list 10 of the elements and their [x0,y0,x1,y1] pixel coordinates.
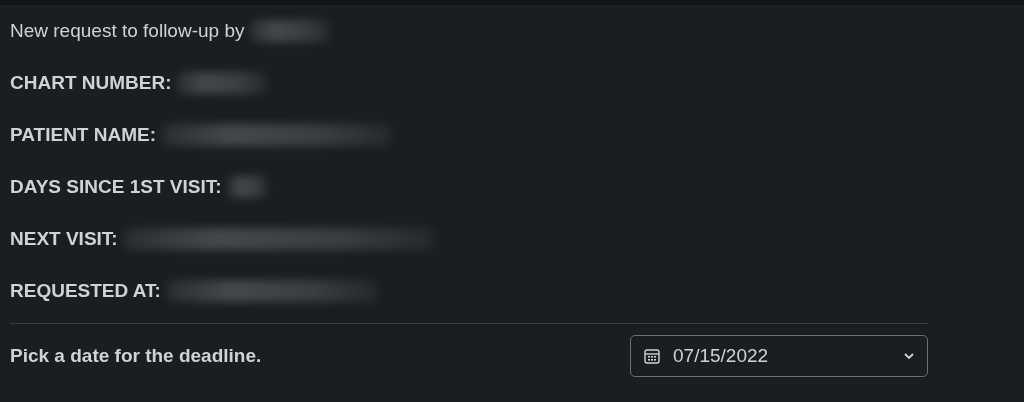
deadline-prompt: Pick a date for the deadline. [10,345,262,367]
field-label: DAYS SINCE 1ST VISIT: [10,176,222,198]
field-label: REQUESTED AT: [10,280,161,302]
field-label: NEXT VISIT: [10,228,118,250]
calendar-icon [643,347,661,365]
field-label: PATIENT NAME: [10,124,156,146]
date-picker[interactable]: 07/15/2022 [630,335,928,377]
field-label: CHART NUMBER: [10,72,172,94]
chevron-down-icon [903,352,915,360]
intro-text: New request to follow-up by [10,20,245,42]
